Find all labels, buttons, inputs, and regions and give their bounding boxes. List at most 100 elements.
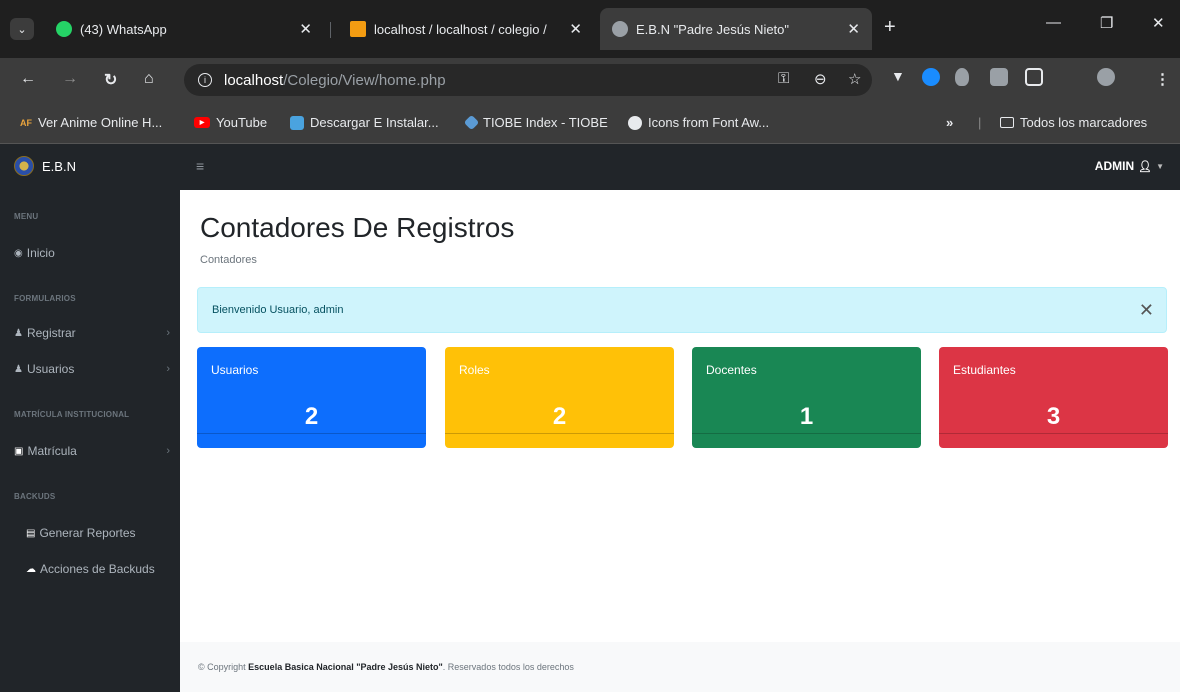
site-info-icon[interactable]: i <box>198 73 212 87</box>
close-tab-icon[interactable]: ✕ <box>569 20 582 38</box>
sidebar-heading-menu: MENU <box>14 212 39 221</box>
sidebar-item-generar-reportes[interactable]: ▤ Generar Reportes <box>26 526 182 540</box>
tab-active-ebn[interactable]: E.B.N "Padre Jesús Nieto" ✕ <box>600 8 872 50</box>
card-label: Estudiantes <box>953 363 1016 377</box>
page-title: Contadores De Registros <box>200 212 515 243</box>
close-tab-icon[interactable]: ✕ <box>299 20 312 38</box>
chevron-right-icon: › <box>166 363 170 375</box>
brand-name: E.B.N <box>42 158 76 174</box>
breadcrumb: Contadores <box>200 254 257 266</box>
card-docentes[interactable]: Docentes 1 <box>692 347 921 448</box>
tab-phpmyadmin[interactable]: localhost / localhost / colegio / ✕ <box>338 8 594 50</box>
bookmark-fontawesome[interactable]: Icons from Font Aw... <box>628 115 769 130</box>
user-menu[interactable]: ADMIN 👤︎ ▼ <box>1095 159 1164 173</box>
youtube-icon: ▶ <box>194 117 210 128</box>
url-path: /Colegio/View/home.php <box>283 71 446 89</box>
bookmark-anime[interactable]: AF Ver Anime Online H... <box>20 115 162 130</box>
cloud-icon: ☁ <box>26 563 36 575</box>
close-icon[interactable]: ✕ <box>1139 300 1154 321</box>
bookmark-tiobe[interactable]: TIOBE Index - TIOBE <box>463 114 608 131</box>
key-icon[interactable]: ⚿ <box>778 70 789 87</box>
shazam-icon[interactable] <box>922 68 940 86</box>
anime-flv-icon: AF <box>20 117 32 128</box>
shield-extension-icon[interactable] <box>955 68 969 86</box>
profile-avatar[interactable] <box>1097 68 1115 86</box>
sidebar-item-usuarios[interactable]: ♟ Usuarios › <box>14 362 170 376</box>
minimize-icon[interactable]: — <box>1046 14 1061 31</box>
close-tab-icon[interactable]: ✕ <box>847 20 860 38</box>
chevron-right-icon: › <box>166 445 170 457</box>
clipboard-icon: ▣ <box>14 445 24 457</box>
qr-code-icon[interactable] <box>990 68 1008 86</box>
all-bookmarks-button[interactable]: Todos los marcadores <box>1000 115 1147 130</box>
sidebar-item-inicio[interactable]: ◉ Inicio <box>14 246 170 260</box>
tab-title: E.B.N "Padre Jesús Nieto" <box>636 21 790 37</box>
folder-icon <box>1000 117 1014 128</box>
tab-search-button[interactable]: ⌄ <box>10 18 34 40</box>
bookmark-descargar[interactable]: Descargar E Instalar... <box>290 115 439 130</box>
card-label: Docentes <box>706 363 757 377</box>
card-footer[interactable] <box>939 433 1168 448</box>
browser-tab-strip: ⌄ (43) WhatsApp ✕ localhost / localhost … <box>0 0 1180 58</box>
user-menu-label: ADMIN <box>1094 159 1135 173</box>
phpmyadmin-icon <box>350 21 366 37</box>
card-estudiantes[interactable]: Estudiantes 3 <box>939 347 1168 448</box>
card-footer[interactable] <box>692 433 921 448</box>
bookmark-label: Descargar E Instalar... <box>310 115 439 130</box>
tiobe-icon <box>463 114 480 131</box>
card-value: 2 <box>552 403 567 430</box>
globe-icon <box>628 115 642 130</box>
android-studio-icon <box>290 115 304 130</box>
sidebar-item-label: Acciones de Backuds <box>40 562 155 576</box>
bookmarks-bar: AF Ver Anime Online H... ▶ YouTube Desca… <box>0 102 1180 144</box>
home-icon[interactable]: ⌂ <box>144 70 154 88</box>
zoom-icon[interactable]: ⊖ <box>814 70 827 88</box>
address-bar[interactable]: i localhost/Colegio/View/home.php <box>184 64 872 96</box>
sidebar-item-backuds[interactable]: ☁ Acciones de Backuds <box>26 562 182 576</box>
sidebar-item-label: Usuarios <box>26 362 75 376</box>
reload-icon[interactable]: ↻ <box>104 70 117 90</box>
tab-separator <box>330 22 331 38</box>
sidebar-item-label: Matrícula <box>27 444 77 458</box>
bookmark-label: Ver Anime Online H... <box>38 115 163 130</box>
card-footer[interactable] <box>197 433 426 448</box>
card-roles[interactable]: Roles 2 <box>445 347 674 448</box>
card-value: 1 <box>799 403 814 430</box>
sidebar-item-registrar[interactable]: ♟ Registrar › <box>14 326 170 340</box>
restore-icon[interactable]: ❐ <box>1100 14 1113 32</box>
card-usuarios[interactable]: Usuarios 2 <box>197 347 426 448</box>
page-footer: © Copyright Escuela Basica Nacional "Pad… <box>180 642 1180 692</box>
welcome-alert: Bienvenido Usuario, admin ✕ <box>197 287 1167 333</box>
sidebar-item-matricula[interactable]: ▣ Matrícula › <box>14 444 170 458</box>
forward-icon[interactable]: → <box>62 70 78 88</box>
school-logo <box>14 156 34 176</box>
back-icon[interactable]: ← <box>20 70 36 88</box>
copyright-prefix: © Copyright <box>198 662 246 672</box>
url-host: localhost <box>224 71 284 89</box>
tab-whatsapp[interactable]: (43) WhatsApp ✕ <box>44 8 324 50</box>
main-content: Contadores De Registros Contadores Bienv… <box>180 190 1180 642</box>
menu-kebab-icon[interactable]: ⋮ <box>1155 70 1170 88</box>
app-top-navbar: E.B.N ≡ ADMIN 👤︎ ▼ <box>0 144 1180 190</box>
close-window-icon[interactable]: ✕ <box>1152 14 1165 32</box>
extensions-icon[interactable] <box>1025 68 1043 86</box>
chevron-right-icon: › <box>166 327 170 339</box>
globe-icon <box>612 21 628 37</box>
card-label: Usuarios <box>211 363 259 377</box>
user-icon: ♟ <box>14 327 23 339</box>
bookmark-label: TIOBE Index - TIOBE <box>483 115 608 130</box>
card-footer[interactable] <box>445 433 674 448</box>
user-icon: 👤︎ <box>1138 160 1153 173</box>
sidebar-heading-backuds: BACKUDS <box>14 492 56 501</box>
sidebar-item-label: Registrar <box>26 326 76 340</box>
card-label: Roles <box>459 363 490 377</box>
bookmark-youtube[interactable]: ▶ YouTube <box>194 115 267 130</box>
sidebar: MENU ◉ Inicio FORMULARIOS ♟ Registrar › … <box>0 190 180 692</box>
new-tab-icon[interactable]: + <box>884 16 896 39</box>
vue-devtools-icon[interactable]: ▼ <box>891 68 909 86</box>
brand-link[interactable]: E.B.N <box>14 156 76 176</box>
bookmarks-overflow-button[interactable]: » <box>946 115 953 130</box>
sidebar-heading-formularios: FORMULARIOS <box>14 294 76 303</box>
bookmark-star-icon[interactable]: ☆ <box>848 70 861 88</box>
sidebar-toggle-icon[interactable]: ≡ <box>196 158 204 174</box>
